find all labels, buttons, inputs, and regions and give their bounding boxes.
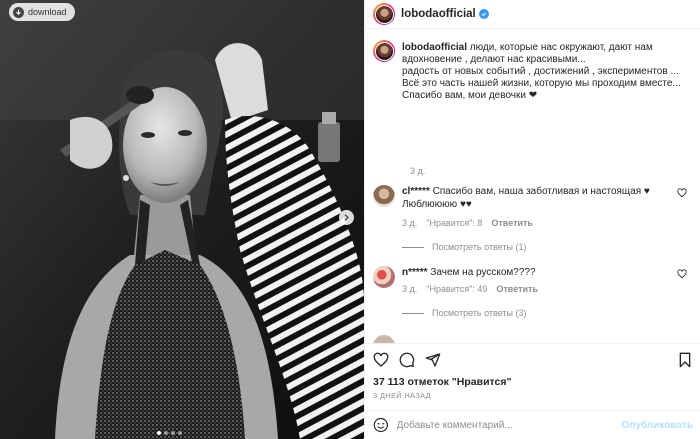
view-replies-button[interactable]: Посмотреть ответы (1) xyxy=(402,242,527,252)
comment-body: Зачем на русском???? xyxy=(430,267,536,278)
carousel-dot xyxy=(164,431,168,435)
comment-username[interactable]: cl***** xyxy=(402,186,430,197)
avatar[interactable] xyxy=(373,335,395,343)
comment-meta: 3 д. "Нравится": 8 Ответить xyxy=(402,218,533,228)
comment-likes[interactable]: "Нравится": 8 xyxy=(426,218,482,228)
carousel-dot xyxy=(178,431,182,435)
emoji-icon[interactable] xyxy=(373,417,389,433)
comment-body: Люблюююю ♥♥ xyxy=(402,199,472,210)
heart-icon[interactable] xyxy=(677,188,687,198)
heart-icon[interactable] xyxy=(373,352,389,368)
comment-username[interactable]: n***** xyxy=(402,267,428,278)
caption-line: вдохновение , делают нас красивыми... xyxy=(402,54,586,65)
caption-line: люди, которые нас окружают, дают нам xyxy=(469,42,653,53)
comment-likes[interactable]: "Нравится": 49 xyxy=(426,284,487,294)
carousel-dot xyxy=(157,431,161,435)
post-date[interactable]: 3 ДНЕЙ НАЗАД xyxy=(373,391,431,400)
caption-line: радость от новых событий , достижений , … xyxy=(402,66,679,77)
comment-input[interactable] xyxy=(396,419,622,431)
caption-timestamp[interactable]: 3 д. xyxy=(410,166,425,176)
avatar[interactable] xyxy=(373,185,395,207)
reply-button[interactable]: Ответить xyxy=(491,218,533,228)
add-comment-bar: Опубликовать xyxy=(365,410,700,439)
chevron-right-icon xyxy=(344,214,349,221)
caption-username[interactable]: lobodaofficial xyxy=(402,42,467,53)
likes-count[interactable]: 37 113 отметок "Нравится" xyxy=(373,376,511,388)
publish-button[interactable]: Опубликовать xyxy=(622,420,693,431)
view-replies-label: Посмотреть ответы (3) xyxy=(432,308,527,318)
comment-text: cl***** Спасибо вам, наша заботливая и н… xyxy=(402,185,672,211)
post-photo xyxy=(0,0,364,439)
caption-text: lobodaofficial люди, которые нас окружаю… xyxy=(402,42,692,102)
share-icon[interactable] xyxy=(425,352,441,368)
comment-body: Спасибо вам, наша заботливая и настоящая… xyxy=(432,186,650,197)
reply-button[interactable]: Ответить xyxy=(496,284,538,294)
post-modal: download lobodaofficial lobodaofficial л… xyxy=(0,0,700,439)
comments-list[interactable]: lobodaofficial люди, которые нас окружаю… xyxy=(365,30,700,343)
post-username[interactable]: lobodaofficial xyxy=(401,8,476,20)
post-sidebar: lobodaofficial lobodaofficial люди, кото… xyxy=(364,0,700,439)
avatar[interactable] xyxy=(373,40,395,62)
comment-meta: 3 д. "Нравится": 49 Ответить xyxy=(402,284,538,294)
download-icon xyxy=(13,6,24,18)
avatar[interactable] xyxy=(373,266,395,288)
view-replies-label: Посмотреть ответы (1) xyxy=(432,242,527,252)
caption-line: Спасибо вам, мои девочки ❤ xyxy=(402,90,538,101)
comment-timestamp[interactable]: 3 д. xyxy=(402,218,417,228)
next-slide-button[interactable] xyxy=(339,210,354,225)
carousel-indicator xyxy=(157,431,182,435)
comment-text: n***** Зачем на русском???? xyxy=(402,266,672,279)
download-label: download xyxy=(28,7,67,17)
carousel-dot xyxy=(171,431,175,435)
comment-timestamp[interactable]: 3 д. xyxy=(402,284,417,294)
avatar[interactable] xyxy=(373,3,395,25)
save-icon[interactable] xyxy=(677,352,693,368)
caption-line: Всё это часть нашей жизни, которую мы пр… xyxy=(402,78,681,89)
verified-icon xyxy=(478,9,489,19)
post-header: lobodaofficial xyxy=(365,0,700,29)
post-actions xyxy=(365,343,700,376)
post-media[interactable]: download xyxy=(0,0,364,439)
download-button[interactable]: download xyxy=(9,3,75,21)
view-replies-button[interactable]: Посмотреть ответы (3) xyxy=(402,308,527,318)
comment-icon[interactable] xyxy=(399,352,415,368)
heart-icon[interactable] xyxy=(677,269,687,279)
